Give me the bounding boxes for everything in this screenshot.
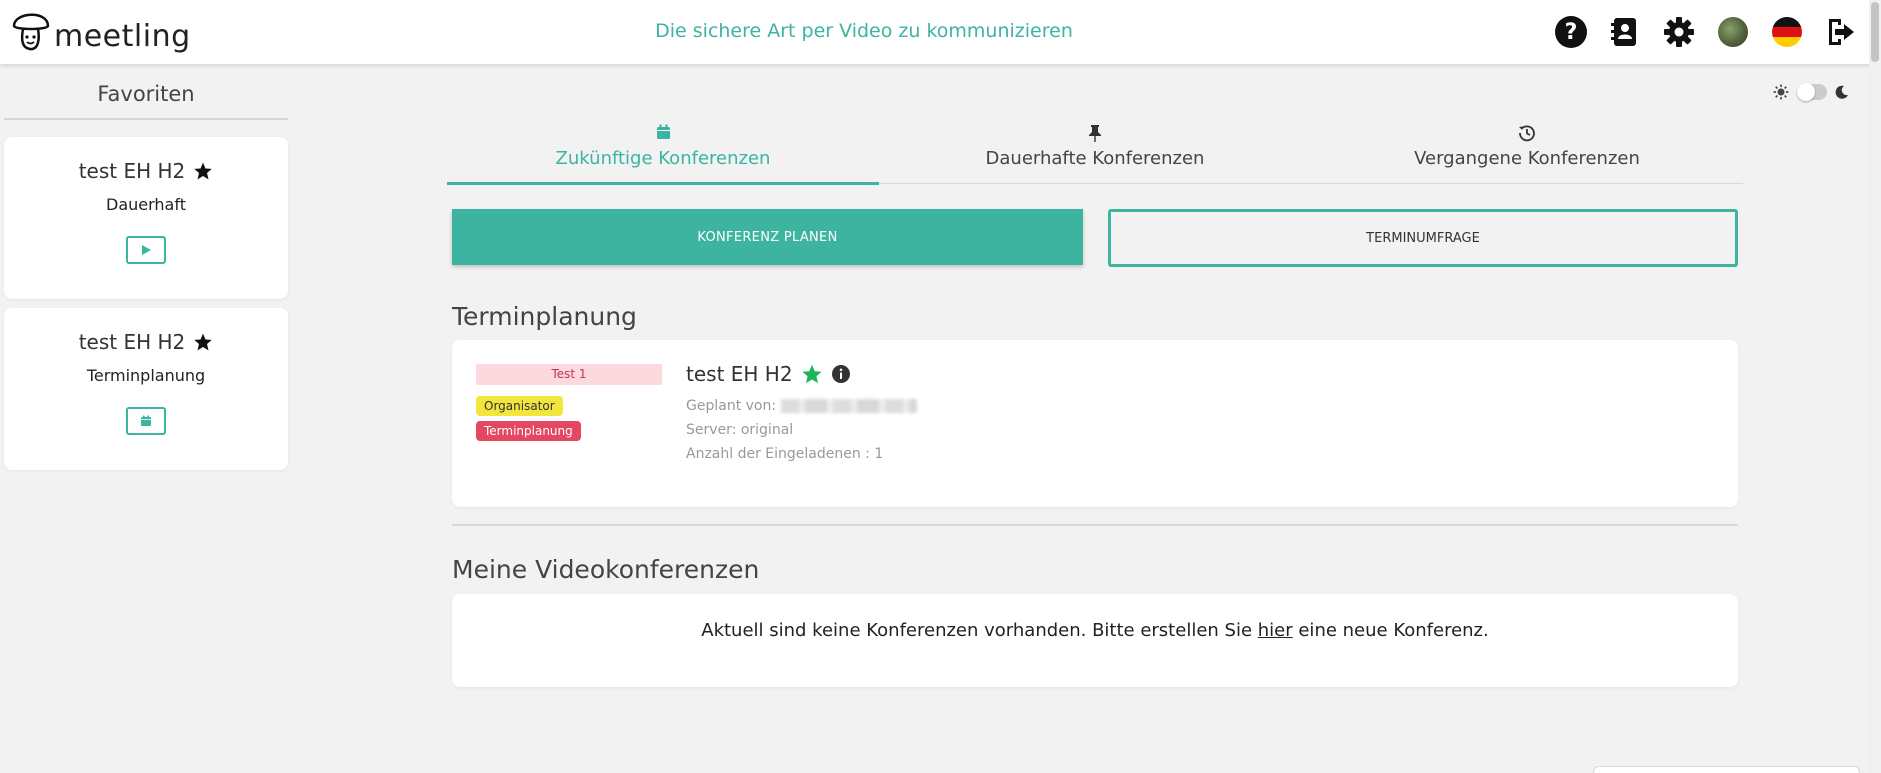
favorite-card: test EH H2 Terminplanung — [4, 308, 288, 470]
tab-upcoming[interactable]: Zukünftige Konferenzen — [447, 124, 879, 185]
favorite-card: test EH H2 Dauerhaft — [4, 137, 288, 299]
tab-label: Zukünftige Konferenzen — [555, 148, 771, 169]
play-icon — [142, 245, 151, 255]
favorite-type: Dauerhaft — [106, 195, 186, 214]
contacts-icon — [1611, 18, 1636, 46]
star-icon[interactable] — [193, 332, 213, 352]
sun-icon — [1773, 84, 1789, 100]
calendar-icon — [141, 415, 151, 426]
tab-permanent[interactable]: Dauerhafte Konferenzen — [879, 124, 1311, 183]
theme-toggle[interactable] — [1773, 83, 1849, 101]
favorite-name-row: test EH H2 — [4, 308, 288, 354]
theme-switch[interactable] — [1797, 83, 1827, 101]
star-icon[interactable] — [801, 363, 823, 385]
logout-button[interactable] — [1823, 14, 1859, 50]
invitee-count: Anzahl der Eingeladenen : 1 — [686, 446, 884, 462]
favorite-name-row: test EH H2 — [4, 137, 288, 183]
scrollbar-thumb[interactable] — [1871, 2, 1879, 62]
history-icon — [1311, 124, 1743, 146]
profile-button[interactable] — [1715, 14, 1751, 50]
favorites-title: Favoriten — [4, 64, 288, 120]
conference-tag: Test 1 — [476, 364, 662, 385]
info-icon[interactable] — [831, 364, 851, 384]
tab-past[interactable]: Vergangene Konferenzen — [1311, 124, 1743, 183]
logout-icon — [1829, 19, 1854, 45]
moon-icon — [1835, 85, 1848, 99]
open-scheduling-button[interactable] — [126, 407, 166, 435]
section-divider — [452, 524, 1738, 526]
favorite-name: test EH H2 — [78, 330, 186, 354]
help-button[interactable]: ? — [1553, 14, 1589, 50]
create-conference-link[interactable]: hier — [1258, 620, 1293, 641]
gear-icon — [1664, 17, 1694, 47]
tagline: Die sichere Art per Video zu kommunizier… — [655, 20, 1073, 42]
planned-by-row: Geplant von: — [686, 398, 917, 414]
scheduling-badge: Terminplanung — [476, 421, 581, 441]
pin-icon — [879, 124, 1311, 146]
planned-by-label: Geplant von: — [686, 398, 777, 414]
empty-text-start: Aktuell sind keine Konferenzen vorhanden… — [701, 620, 1258, 641]
organizer-badge: Organisator — [476, 396, 563, 416]
favorites-sidebar: Favoriten test EH H2 Dauerhaft test EH H… — [4, 64, 288, 470]
conference-tabs: Zukünftige Konferenzen Dauerhafte Konfer… — [447, 124, 1743, 185]
conference-title-row: test EH H2 — [686, 362, 851, 386]
help-icon: ? — [1555, 16, 1587, 48]
star-icon[interactable] — [193, 161, 213, 181]
empty-text-end: eine neue Konferenz. — [1292, 620, 1489, 641]
avatar — [1718, 17, 1748, 47]
conference-card[interactable]: Test 1 Organisator Terminplanung test EH… — [452, 340, 1738, 507]
german-flag-icon — [1772, 17, 1802, 47]
tab-label: Vergangene Konferenzen — [1414, 148, 1640, 169]
header-actions: ? — [1553, 14, 1859, 50]
plan-conference-button[interactable]: KONFERENZ PLANEN — [452, 209, 1083, 265]
tab-label: Dauerhafte Konferenzen — [985, 148, 1205, 169]
settings-button[interactable] — [1661, 14, 1697, 50]
contacts-button[interactable] — [1607, 14, 1643, 50]
video-section-title: Meine Videokonferenzen — [452, 555, 760, 584]
start-conference-button[interactable] — [126, 236, 166, 264]
favorite-name: test EH H2 — [78, 159, 186, 183]
scheduling-section-title: Terminplanung — [452, 302, 637, 331]
planned-by-name-redacted — [780, 399, 917, 413]
favorite-type: Terminplanung — [86, 366, 206, 385]
top-bar: meetling Die sichere Art per Video zu ko… — [0, 0, 1881, 64]
server-info: Server: original — [686, 422, 794, 438]
conference-name: test EH H2 — [686, 362, 793, 386]
page-scrollbar[interactable] — [1869, 0, 1881, 773]
empty-conferences-message: Aktuell sind keine Konferenzen vorhanden… — [452, 594, 1738, 687]
calendar-icon — [447, 124, 879, 146]
language-button[interactable] — [1769, 14, 1805, 50]
date-poll-button[interactable]: TERMINUMFRAGE — [1108, 209, 1738, 267]
corner-widget[interactable] — [1593, 766, 1860, 773]
